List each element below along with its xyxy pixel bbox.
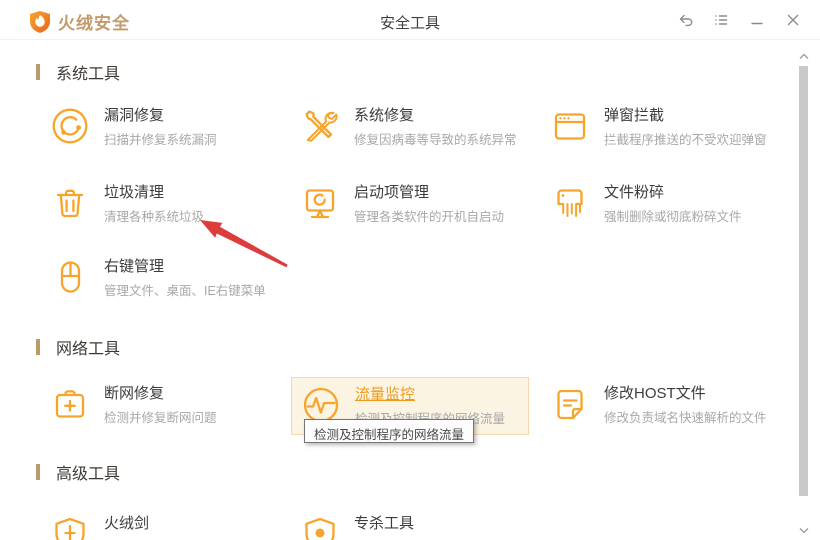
section-bar: [36, 339, 40, 355]
section-bar: [36, 464, 40, 480]
tool-subtitle: 拦截程序推送的不受欢迎弹窗: [604, 133, 767, 147]
tool-context-menu-manager[interactable]: 右键管理 管理文件、桌面、IE右键菜单: [50, 257, 292, 299]
tool-title: 专杀工具: [354, 515, 415, 532]
tool-subtitle: 扫描并修复系统漏洞: [104, 133, 217, 147]
tool-title: 右键管理: [104, 258, 165, 275]
tool-file-shredder[interactable]: 文件粉碎 强制删除或彻底粉碎文件: [550, 183, 792, 225]
mouse-icon: [50, 257, 90, 297]
huorong-security-tools-window: 火绒安全 安全工具 系统工具 漏洞修复 扫描并修复系统漏洞 系统修复 修复因病毒…: [0, 0, 820, 540]
section-header-system-tools: 系统工具: [36, 60, 120, 84]
tool-vulnerability-fix[interactable]: 漏洞修复 扫描并修复系统漏洞: [50, 106, 292, 148]
tool-edit-host-file[interactable]: 修改HOST文件 修改负责域名快速解析的文件: [550, 384, 792, 426]
tool-title: 文件粉碎: [604, 184, 665, 201]
tool-network-repair[interactable]: 断网修复 检测并修复断网问题: [50, 384, 292, 426]
tool-subtitle: 检测并修复断网问题: [104, 411, 217, 425]
tool-title: 火绒剑: [104, 515, 150, 532]
back-button[interactable]: [676, 11, 694, 29]
scroll-up-button[interactable]: [796, 50, 812, 62]
list-menu-icon: [715, 15, 728, 25]
section-label: 系统工具: [56, 66, 121, 83]
popup-block-icon: [550, 106, 590, 146]
scrollbar-thumb[interactable]: [799, 66, 808, 496]
startup-manager-icon: [300, 183, 340, 223]
tool-title: 修改HOST文件: [604, 385, 706, 402]
close-button[interactable]: [784, 11, 802, 29]
tool-subtitle: 修复因病毒等导致的系统异常: [354, 133, 517, 147]
document-icon: [550, 384, 590, 424]
section-label: 高级工具: [56, 466, 121, 483]
tool-title: 漏洞修复: [104, 107, 165, 124]
tool-huorong-sword[interactable]: 火绒剑: [50, 514, 292, 540]
chevron-up-icon: [799, 53, 809, 59]
file-shredder-icon: [550, 183, 590, 223]
close-icon: [787, 14, 799, 26]
tool-specialized-removal[interactable]: 专杀工具: [300, 514, 542, 540]
section-header-network-tools: 网络工具: [36, 335, 120, 359]
tool-title: 弹窗拦截: [604, 107, 665, 124]
section-label: 网络工具: [56, 341, 121, 358]
minimize-button[interactable]: [748, 11, 766, 29]
minimize-icon: [751, 22, 763, 25]
first-aid-icon: [50, 384, 90, 424]
shield-tool-icon: [300, 514, 340, 540]
tool-startup-manager[interactable]: 启动项管理 管理各类软件的开机自启动: [300, 183, 542, 225]
menu-button[interactable]: [712, 11, 730, 29]
section-header-advanced-tools: 高级工具: [36, 460, 120, 484]
chevron-down-icon: [799, 527, 809, 533]
page-title: 安全工具: [379, 15, 440, 32]
back-arrow-icon: [679, 14, 692, 27]
tool-popup-block[interactable]: 弹窗拦截 拦截程序推送的不受欢迎弹窗: [550, 106, 792, 148]
system-repair-icon: [300, 106, 340, 146]
tooltip: 检测及控制程序的网络流量: [304, 419, 475, 443]
shield-sword-icon: [50, 514, 90, 540]
vulnerability-fix-icon: [50, 106, 90, 146]
tool-subtitle: 管理文件、桌面、IE右键菜单: [104, 284, 266, 298]
tool-junk-clean[interactable]: 垃圾清理 清理各种系统垃圾: [50, 183, 292, 225]
tool-subtitle: 强制删除或彻底粉碎文件: [604, 210, 742, 224]
tool-title: 垃圾清理: [104, 184, 165, 201]
tool-system-repair[interactable]: 系统修复 修复因病毒等导致的系统异常: [300, 106, 542, 148]
tool-subtitle: 修改负责域名快速解析的文件: [604, 411, 767, 425]
tool-title: 断网修复: [104, 385, 165, 402]
tool-title: 启动项管理: [354, 184, 430, 201]
junk-clean-icon: [50, 183, 90, 223]
tool-title: 系统修复: [354, 107, 415, 124]
section-bar: [36, 64, 40, 80]
scroll-down-button[interactable]: [796, 524, 812, 536]
titlebar: 火绒安全 安全工具: [0, 0, 820, 40]
tool-title: 流量监控: [355, 386, 416, 403]
tool-subtitle: 管理各类软件的开机自启动: [354, 210, 505, 224]
tool-subtitle: 清理各种系统垃圾: [104, 210, 205, 224]
